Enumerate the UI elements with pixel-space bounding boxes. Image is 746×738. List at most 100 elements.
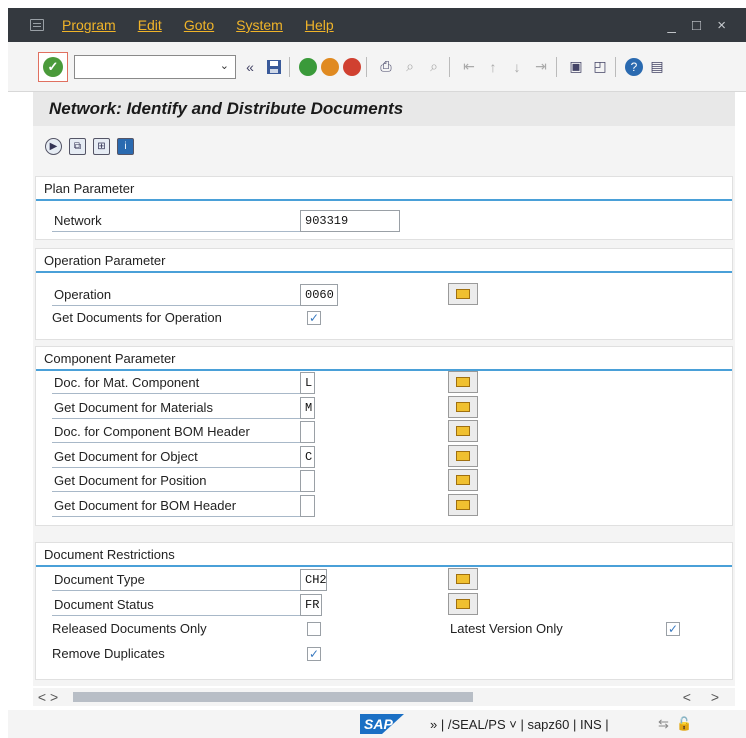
get-documents-operation-checkbox[interactable]: ✓ <box>307 311 321 325</box>
arrow-right-icon <box>456 500 470 510</box>
group-header: Component Parameter <box>36 347 732 371</box>
get-doc-bom-header-button[interactable] <box>448 494 478 516</box>
next-page-icon: ↓ <box>513 58 521 75</box>
get-doc-materials-label: Get Document for Materials <box>52 397 300 419</box>
scroll-left-right-icon[interactable]: < > <box>33 689 63 705</box>
network-label: Network <box>52 210 300 232</box>
toolbar-separator <box>289 56 290 77</box>
menu-edit[interactable]: Edit <box>138 17 162 33</box>
print-icon[interactable]: ⎙ <box>376 57 396 77</box>
operation-label: Operation <box>52 284 300 306</box>
arrow-right-icon <box>456 402 470 412</box>
save-icon[interactable] <box>264 57 284 77</box>
get-doc-position-button[interactable] <box>448 469 478 491</box>
get-doc-bom-header-input[interactable] <box>300 495 315 517</box>
get-doc-position-label: Get Document for Position <box>52 470 300 492</box>
remove-duplicates-checkbox[interactable]: ✓ <box>307 647 321 661</box>
doc-component-bom-header-button[interactable] <box>448 420 478 442</box>
scroll-arrows-right-icon[interactable]: < > <box>683 689 727 705</box>
last-page-icon: ⇥ <box>535 58 547 74</box>
get-variant-icon[interactable]: ⧉ <box>69 137 86 155</box>
scrollbar-thumb[interactable] <box>73 692 473 702</box>
get-doc-object-label: Get Document for Object <box>52 446 300 468</box>
find-icon: ⌕ <box>406 58 414 74</box>
released-only-label: Released Documents Only <box>52 621 207 636</box>
cancel-icon[interactable] <box>343 57 361 76</box>
get-documents-operation-label: Get Documents for Operation <box>52 310 222 325</box>
menu-system[interactable]: System <box>236 17 283 33</box>
shortcut-icon[interactable]: ◰ <box>590 57 610 77</box>
info-icon[interactable]: i <box>117 137 134 155</box>
doc-mat-component-button[interactable] <box>448 371 478 393</box>
command-field[interactable]: ⌄ <box>74 54 236 79</box>
get-doc-position-input[interactable] <box>300 470 315 492</box>
new-session-icon[interactable]: ▣ <box>566 57 586 77</box>
document-status-button[interactable] <box>448 593 478 615</box>
window-controls[interactable]: _ □ × <box>668 17 733 34</box>
toolbar-separator <box>366 56 367 77</box>
menu-icon[interactable] <box>30 19 44 31</box>
doc-mat-component-input[interactable]: L <box>300 372 315 394</box>
network-input[interactable]: 903319 <box>300 210 400 232</box>
previous-page-icon: ↑ <box>489 58 497 75</box>
enter-button[interactable]: ✓ <box>38 51 68 82</box>
group-header: Operation Parameter <box>36 249 732 273</box>
operation-input[interactable]: 0060 <box>300 284 338 306</box>
document-type-label: Document Type <box>52 569 300 591</box>
menu-goto[interactable]: Goto <box>184 17 214 33</box>
plan-parameter-group: Plan Parameter Network 903319 <box>35 176 733 240</box>
arrow-right-icon <box>456 426 470 436</box>
menu-program[interactable]: Program <box>62 17 116 33</box>
back-icon[interactable] <box>299 57 317 76</box>
toolbar-separator <box>615 56 616 77</box>
menu-help[interactable]: Help <box>305 17 334 33</box>
sap-logo: SAP <box>360 714 404 734</box>
get-doc-materials-button[interactable] <box>448 396 478 418</box>
system-toolbar: ✓ ⌄ « ⎙ ⌕ ⌕ ⇤ ↑ ↓ ⇥ ▣ ◰ ? ▤ <box>8 42 746 92</box>
toolbar-separator <box>449 56 450 77</box>
application-toolbar: ▶ ⧉ ⊞ i <box>33 126 735 166</box>
chevron-down-icon[interactable]: ⌄ <box>220 59 229 72</box>
title-bar: Network: Identify and Distribute Documen… <box>33 92 735 126</box>
exit-icon[interactable] <box>321 57 339 76</box>
operation-select-button[interactable] <box>448 283 478 305</box>
execute-icon[interactable]: ▶ <box>45 137 62 155</box>
arrow-right-icon <box>456 599 470 609</box>
remove-duplicates-label: Remove Duplicates <box>52 646 165 661</box>
first-page-icon: ⇤ <box>463 58 475 74</box>
horizontal-scrollbar[interactable]: < > < > <box>33 688 735 706</box>
save-variant-icon[interactable]: ⊞ <box>93 137 110 155</box>
document-type-input[interactable]: CH2 <box>300 569 327 591</box>
doc-mat-component-label: Doc. for Mat. Component <box>52 372 300 394</box>
double-left-icon[interactable]: « <box>240 57 260 77</box>
toolbar-separator <box>556 56 557 77</box>
get-doc-bom-header-label: Get Document for BOM Header <box>52 495 300 517</box>
customize-layout-icon[interactable]: ▤ <box>647 57 667 77</box>
document-status-label: Document Status <box>52 594 300 616</box>
selection-screen: Plan Parameter Network 903319 Operation … <box>33 166 735 686</box>
arrow-right-icon <box>456 475 470 485</box>
system-info[interactable]: » | /SEAL/PS ˅ | sapz60 | INS | <box>430 717 609 732</box>
check-icon: ✓ <box>43 56 63 77</box>
get-doc-materials-input[interactable]: M <box>300 397 315 419</box>
arrow-right-icon <box>456 574 470 584</box>
document-restrictions-group: Document Restrictions Document Type CH2 … <box>35 542 733 680</box>
get-doc-object-input[interactable]: C <box>300 446 315 468</box>
doc-component-bom-header-input[interactable] <box>300 421 315 443</box>
arrow-right-icon <box>456 377 470 387</box>
released-only-checkbox[interactable] <box>307 622 321 636</box>
group-header: Plan Parameter <box>36 177 732 201</box>
doc-component-bom-header-label: Doc. for Component BOM Header <box>52 421 300 443</box>
status-bar: SAP » | /SEAL/PS ˅ | sapz60 | INS | ⇆ 🔓 <box>8 710 746 738</box>
component-parameter-group: Component Parameter Doc. for Mat. Compon… <box>35 346 733 526</box>
help-icon[interactable]: ? <box>625 57 643 76</box>
get-doc-object-button[interactable] <box>448 445 478 467</box>
document-type-button[interactable] <box>448 568 478 590</box>
latest-version-label: Latest Version Only <box>450 621 563 636</box>
arrow-right-icon <box>456 451 470 461</box>
status-icons[interactable]: ⇆ 🔓 <box>658 716 692 732</box>
group-header: Document Restrictions <box>36 543 732 567</box>
latest-version-checkbox[interactable]: ✓ <box>666 622 680 636</box>
arrow-right-icon <box>456 289 470 299</box>
document-status-input[interactable]: FR <box>300 594 322 616</box>
